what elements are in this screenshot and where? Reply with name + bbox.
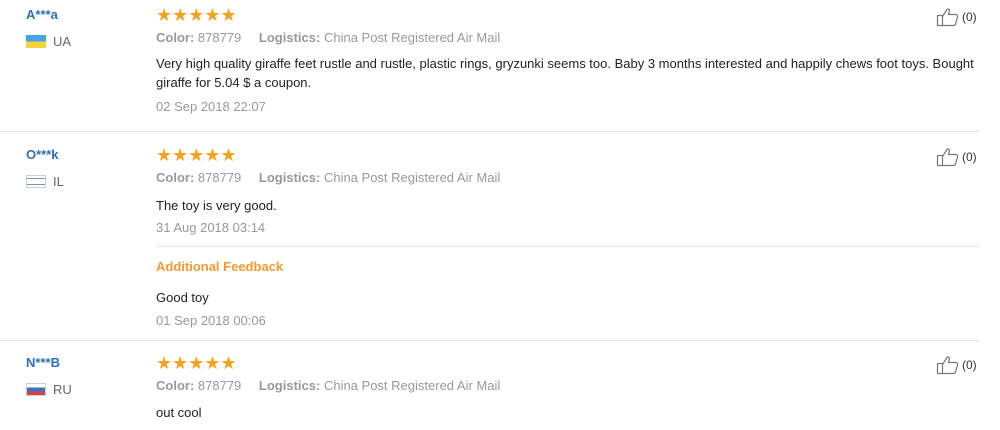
order-meta: Color: 878779 Logistics: China Post Regi… bbox=[156, 30, 500, 45]
reviewer-country: UA bbox=[26, 34, 71, 49]
logistics-label: Logistics: bbox=[258, 378, 321, 393]
thumbs-up-icon bbox=[936, 355, 962, 375]
color-label: Color: bbox=[156, 30, 195, 45]
reviewer-country: IL bbox=[26, 174, 64, 189]
israel-flag-icon bbox=[26, 175, 46, 188]
order-meta: Color: 878779 Logistics: China Post Regi… bbox=[156, 170, 500, 185]
color-value: 878779 bbox=[197, 378, 242, 393]
star-rating: ★★★★★ bbox=[156, 5, 237, 25]
color-label: Color: bbox=[156, 378, 195, 393]
color-value: 878779 bbox=[197, 30, 242, 45]
reviewer-name: A***a bbox=[26, 7, 58, 22]
like-count: (0) bbox=[962, 10, 977, 24]
color-value: 878779 bbox=[197, 170, 242, 185]
logistics-label: Logistics: bbox=[258, 30, 321, 45]
review-divider bbox=[0, 340, 980, 341]
review-divider bbox=[0, 131, 980, 132]
reviewer-name: O***k bbox=[26, 147, 59, 162]
like-count: (0) bbox=[962, 150, 977, 164]
logistics-value: China Post Registered Air Mail bbox=[323, 30, 501, 45]
russia-flag-icon bbox=[26, 383, 46, 396]
review-text: Very high quality giraffe feet rustle an… bbox=[156, 56, 974, 90]
country-code: RU bbox=[53, 382, 72, 397]
logistics-label: Logistics: bbox=[258, 170, 321, 185]
ukraine-flag-icon bbox=[26, 35, 46, 48]
review-text: The toy is very good. bbox=[156, 198, 277, 213]
reviewer-name: N***B bbox=[26, 355, 60, 370]
logistics-value: China Post Registered Air Mail bbox=[323, 378, 501, 393]
star-rating: ★★★★★ bbox=[156, 145, 237, 165]
additional-feedback-date: 01 Sep 2018 00:06 bbox=[156, 313, 266, 328]
review-text: out cool bbox=[156, 405, 202, 420]
review-date: 31 Aug 2018 03:14 bbox=[156, 220, 266, 235]
additional-feedback-heading: Additional Feedback bbox=[156, 259, 284, 274]
logistics-value: China Post Registered Air Mail bbox=[323, 170, 501, 185]
thumbs-up-icon bbox=[936, 147, 962, 167]
color-label: Color: bbox=[156, 170, 195, 185]
thumbs-up-icon bbox=[936, 7, 962, 27]
like-button[interactable]: (0) bbox=[936, 7, 977, 27]
like-button[interactable]: (0) bbox=[936, 355, 977, 375]
reviewer-country: RU bbox=[26, 382, 72, 397]
review-date: 02 Sep 2018 22:07 bbox=[156, 99, 266, 114]
country-code: IL bbox=[53, 174, 64, 189]
additional-feedback-text: Good toy bbox=[156, 290, 209, 305]
star-rating: ★★★★★ bbox=[156, 353, 237, 373]
order-meta: Color: 878779 Logistics: China Post Regi… bbox=[156, 378, 500, 393]
feedback-divider bbox=[156, 246, 980, 247]
like-count: (0) bbox=[962, 358, 977, 372]
country-code: UA bbox=[53, 34, 72, 49]
like-button[interactable]: (0) bbox=[936, 147, 977, 167]
